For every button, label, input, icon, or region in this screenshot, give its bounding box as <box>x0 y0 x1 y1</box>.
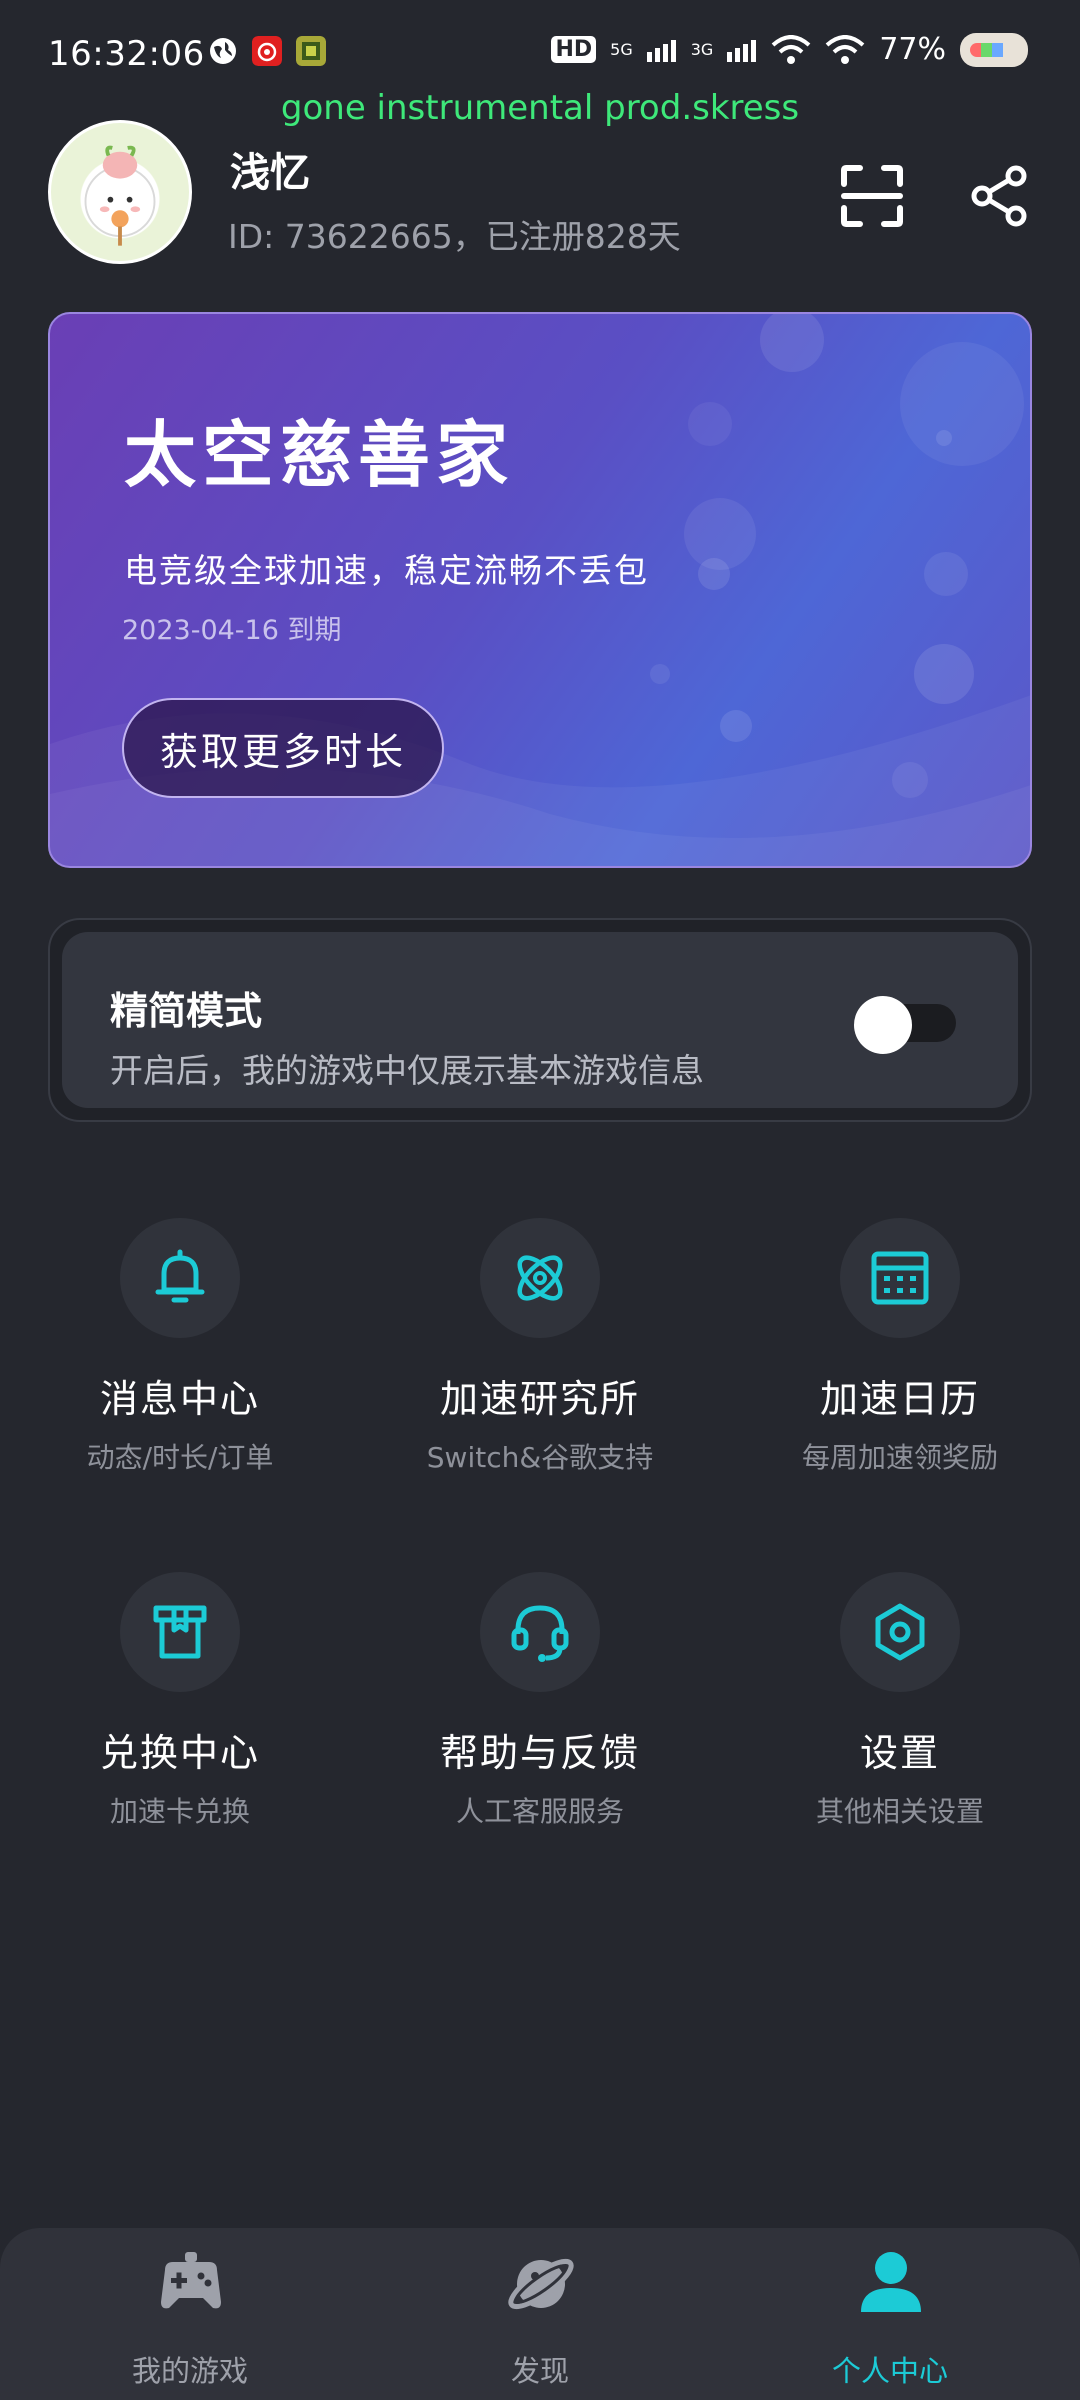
grid-item-redeem-center[interactable]: 兑换中心 加速卡兑换 <box>15 1572 345 1852</box>
grid-item-title: 帮助与反馈 <box>439 1731 640 1775</box>
avatar-image <box>84 145 156 246</box>
vip-description: 电竞级全球加速，稳定流畅不丢包 <box>124 551 649 590</box>
globe-icon <box>210 38 236 64</box>
nav-tab-label: 我的游戏 <box>131 2354 248 2388</box>
vip-title: 太空慈善家 <box>124 413 515 497</box>
simple-mode-description: 开启后，我的游戏中仅展示基本游戏信息 <box>110 1051 704 1090</box>
hd-badge: HD <box>551 36 597 63</box>
person-icon <box>861 2252 921 2312</box>
headset-icon <box>511 1605 569 1662</box>
battery-icon <box>960 32 1028 67</box>
signal-bars-icon <box>727 39 757 62</box>
planet-icon <box>508 2258 574 2310</box>
settings-icon <box>875 1603 925 1661</box>
share-icon[interactable] <box>968 164 1032 228</box>
bottom-navigation: 我的游戏 发现 个人中心 <box>0 2228 1080 2400</box>
gamepad-icon <box>161 2252 221 2309</box>
wifi-icon <box>825 34 865 64</box>
grid-item-subtitle: 每周加速领奖励 <box>801 1441 998 1474</box>
user-id-info: ID: 73622665，已注册828天 <box>228 217 681 256</box>
atom-icon <box>517 1255 563 1301</box>
grid-item-message-center[interactable]: 消息中心 动态/时长/订单 <box>15 1218 345 1498</box>
battery-percent: 77% <box>879 32 946 67</box>
signal-5g-label: 5G <box>610 39 633 59</box>
grid-item-subtitle: Switch&谷歌支持 <box>426 1441 654 1474</box>
netease-music-icon <box>252 36 282 66</box>
nav-tab-discover[interactable]: 发现 <box>410 2246 670 2396</box>
grid-item-title: 兑换中心 <box>99 1731 260 1775</box>
wifi-icon <box>771 34 811 64</box>
nav-tab-label: 个人中心 <box>831 2354 948 2388</box>
grid-item-subtitle: 加速卡兑换 <box>109 1795 250 1828</box>
status-indicators: HD 5G 3G 77% <box>551 32 1028 67</box>
nav-tab-my-games[interactable]: 我的游戏 <box>60 2246 320 2396</box>
get-more-time-button[interactable]: 获取更多时长 <box>122 698 444 798</box>
username: 浅忆 <box>230 150 310 196</box>
grid-item-title: 消息中心 <box>99 1377 260 1421</box>
grid-item-title: 加速研究所 <box>439 1377 640 1421</box>
grid-item-subtitle: 人工客服服务 <box>455 1795 624 1828</box>
simple-mode-toggle[interactable] <box>854 996 956 1054</box>
vip-expire-date: 2023-04-16 到期 <box>122 615 342 646</box>
grid-item-help-feedback[interactable]: 帮助与反馈 人工客服服务 <box>375 1572 705 1852</box>
bell-icon <box>155 1249 205 1303</box>
scan-icon[interactable] <box>840 164 904 228</box>
grid-item-acceleration-calendar[interactable]: 加速日历 每周加速领奖励 <box>735 1218 1065 1498</box>
status-time: 16:32:06 <box>48 34 205 74</box>
avatar[interactable] <box>48 120 192 264</box>
grid-item-settings[interactable]: 设置 其他相关设置 <box>735 1572 1065 1852</box>
nav-tab-label: 发现 <box>510 2354 569 2388</box>
grid-item-subtitle: 其他相关设置 <box>815 1795 984 1828</box>
grid-item-subtitle: 动态/时长/订单 <box>86 1441 274 1474</box>
grid-item-title: 设置 <box>859 1731 940 1775</box>
simple-mode-card: 精简模式 开启后，我的游戏中仅展示基本游戏信息 <box>48 918 1032 1122</box>
gift-box-icon <box>153 1605 207 1659</box>
grid-item-acceleration-lab[interactable]: 加速研究所 Switch&谷歌支持 <box>375 1218 705 1498</box>
grid-item-title: 加速日历 <box>819 1377 980 1421</box>
calendar-icon <box>871 1251 929 1305</box>
nav-tab-profile[interactable]: 个人中心 <box>760 2246 1020 2396</box>
vip-card[interactable]: 太空慈善家 电竞级全球加速，稳定流畅不丢包 2023-04-16 到期 获取更多… <box>48 312 1032 868</box>
game-app-icon <box>296 36 326 66</box>
signal-bars-icon <box>646 39 676 62</box>
notification-icons <box>208 36 326 66</box>
simple-mode-title: 精简模式 <box>110 989 263 1033</box>
status-bar: 16:32:06 HD 5G 3G 77% <box>0 0 1080 100</box>
signal-3g-label: 3G <box>690 39 714 59</box>
now-playing-lyric: gone instrumental prod.skress <box>280 88 800 128</box>
